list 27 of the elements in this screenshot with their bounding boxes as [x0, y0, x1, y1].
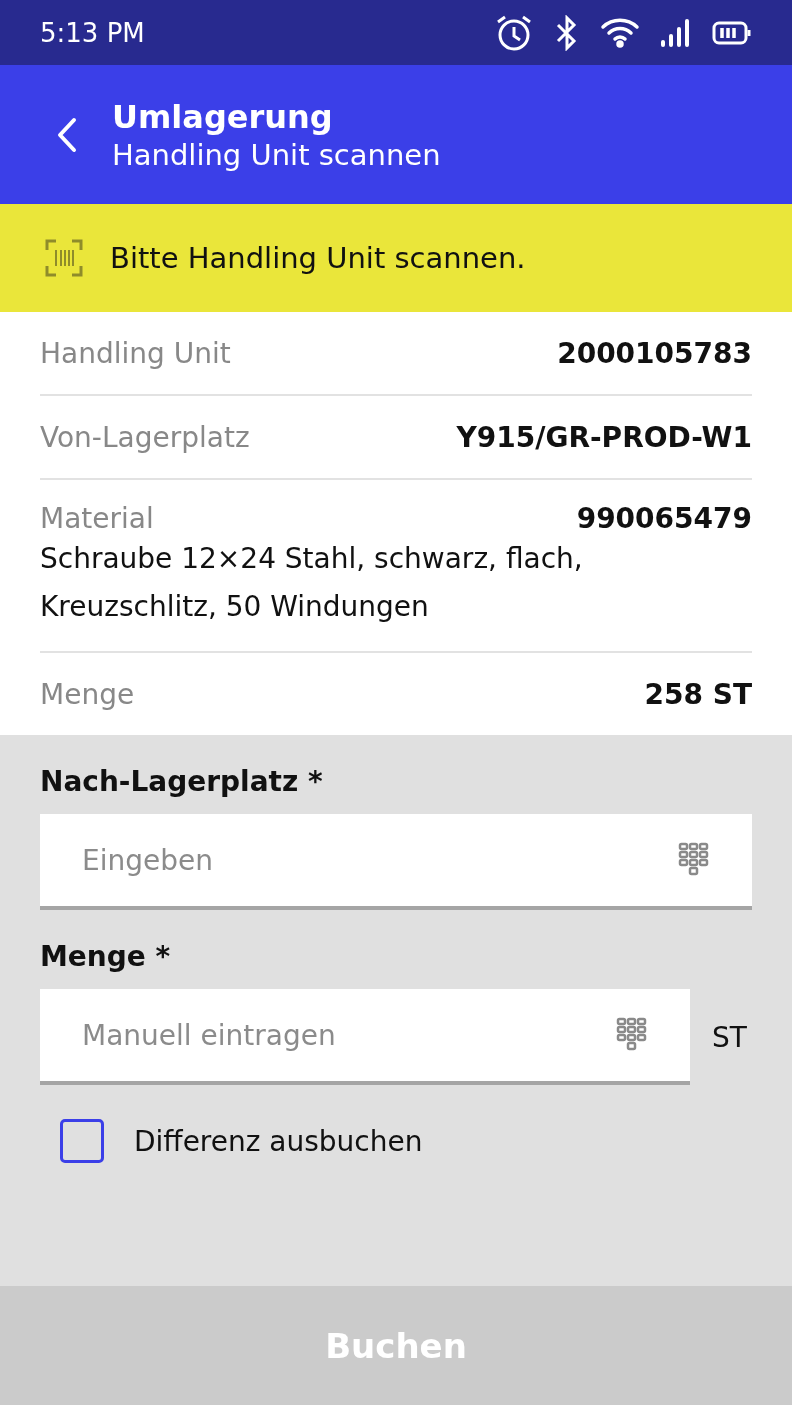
checkbox[interactable]: [60, 1119, 104, 1163]
material-description: Schraube 12×24 Stahl, schwarz, flach, Kreuzschlitz, 50 Windungen: [40, 541, 584, 625]
status-time: 5:13 PM: [40, 17, 145, 48]
field-label: Menge *: [40, 940, 172, 973]
checkbox-label[interactable]: Differenz ausbuchen: [134, 1124, 423, 1158]
banner-message: Bitte Handling Unit scannen.: [110, 241, 526, 275]
detail-value: 990065479: [576, 502, 752, 535]
detail-value: 2000105783: [557, 336, 752, 370]
detail-label: Von-Lagerplatz: [40, 420, 250, 454]
input-field[interactable]: Eingeben: [80, 842, 676, 878]
detail-value: 258 ST: [644, 677, 752, 711]
unit-label: ST: [712, 1020, 748, 1054]
screen-title: Umlagerung: [112, 97, 334, 136]
detail-label: Material: [40, 502, 154, 535]
screen-subtitle: Handling Unit scannen: [112, 137, 441, 172]
detail-label: Handling Unit: [40, 336, 231, 370]
signal-icon: [660, 17, 692, 48]
input-field[interactable]: Manuell eintragen: [80, 1017, 614, 1053]
text-field[interactable]: Manuell eintragen: [40, 989, 690, 1085]
barcode-scan-icon: [44, 238, 84, 278]
detail-label: Menge: [40, 677, 135, 711]
text-field[interactable]: Eingeben: [40, 814, 752, 910]
battery-icon: [712, 19, 752, 46]
detail-value: Y915/GR-PROD-W1: [456, 420, 752, 454]
wifi-icon: [600, 16, 640, 49]
field-label: Nach-Lagerplatz *: [40, 765, 324, 798]
back-button[interactable]: [56, 116, 78, 153]
